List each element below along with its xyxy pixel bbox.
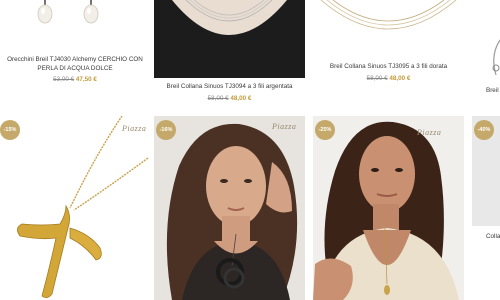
product-price: 58,00 € 48,00 € xyxy=(313,75,464,82)
product-title[interactable]: Breil xyxy=(486,86,500,95)
sale-price: 48,00 € xyxy=(230,95,252,102)
old-price: 53,00 € xyxy=(53,76,75,83)
product-card-partial[interactable]: Breil xyxy=(472,0,500,110)
product-card-necklace-gold[interactable]: Breil Collana Sinuos TJ3095 a 3 fili dor… xyxy=(313,0,464,110)
product-title[interactable]: Breil Collana Sinuos TJ3095 a 3 fili dor… xyxy=(313,62,464,71)
old-price: 58,00 € xyxy=(207,95,229,102)
sale-price: 48,00 € xyxy=(389,75,411,82)
model-illustration xyxy=(166,123,298,300)
discount-badge: -15% xyxy=(0,120,20,140)
product-card-cross-pendant[interactable]: -15% Piazza xyxy=(0,116,150,300)
sale-price: 47,50 € xyxy=(75,76,97,83)
discount-badge: -25% xyxy=(315,120,335,140)
product-card-necklace-silver[interactable]: Breil Collana Sinuos TJ3094 a 3 fili arg… xyxy=(154,0,305,110)
product-image[interactable] xyxy=(0,0,150,50)
product-image[interactable] xyxy=(472,0,500,80)
product-title[interactable]: Orecchini Breil TJ4030 Alchemy CERCHIO C… xyxy=(2,55,148,73)
neckline-illustration xyxy=(154,0,305,78)
chain-illustration xyxy=(492,39,500,76)
model-illustration xyxy=(313,121,459,300)
product-card-partial-bottom[interactable]: -40% Colla xyxy=(472,116,500,300)
product-price: 53,00 € 47,50 € xyxy=(0,76,150,83)
earrings-illustration xyxy=(37,0,99,24)
product-card-model-dark-pendant[interactable]: -16% Piazza xyxy=(154,116,305,300)
product-image[interactable] xyxy=(154,0,305,78)
discount-badge: -16% xyxy=(156,120,176,140)
cross-pendant-illustration xyxy=(17,116,149,298)
necklace-illustration xyxy=(320,0,457,30)
brand-watermark: Piazza xyxy=(122,124,147,133)
product-image[interactable] xyxy=(313,0,464,55)
old-price: 58,00 € xyxy=(366,75,388,82)
product-card-model-gold-pendant[interactable]: -25% Piazza xyxy=(313,116,464,300)
product-card-earrings[interactable]: Orecchini Breil TJ4030 Alchemy CERCHIO C… xyxy=(0,0,150,110)
brand-watermark: Piazza xyxy=(272,122,297,131)
discount-badge: -40% xyxy=(474,120,494,140)
product-title[interactable]: Breil Collana Sinuos TJ3094 a 3 fili arg… xyxy=(154,82,305,91)
product-title[interactable]: Colla xyxy=(486,232,500,241)
brand-watermark: Piazza xyxy=(417,128,442,137)
product-price: 58,00 € 48,00 € xyxy=(154,95,305,102)
